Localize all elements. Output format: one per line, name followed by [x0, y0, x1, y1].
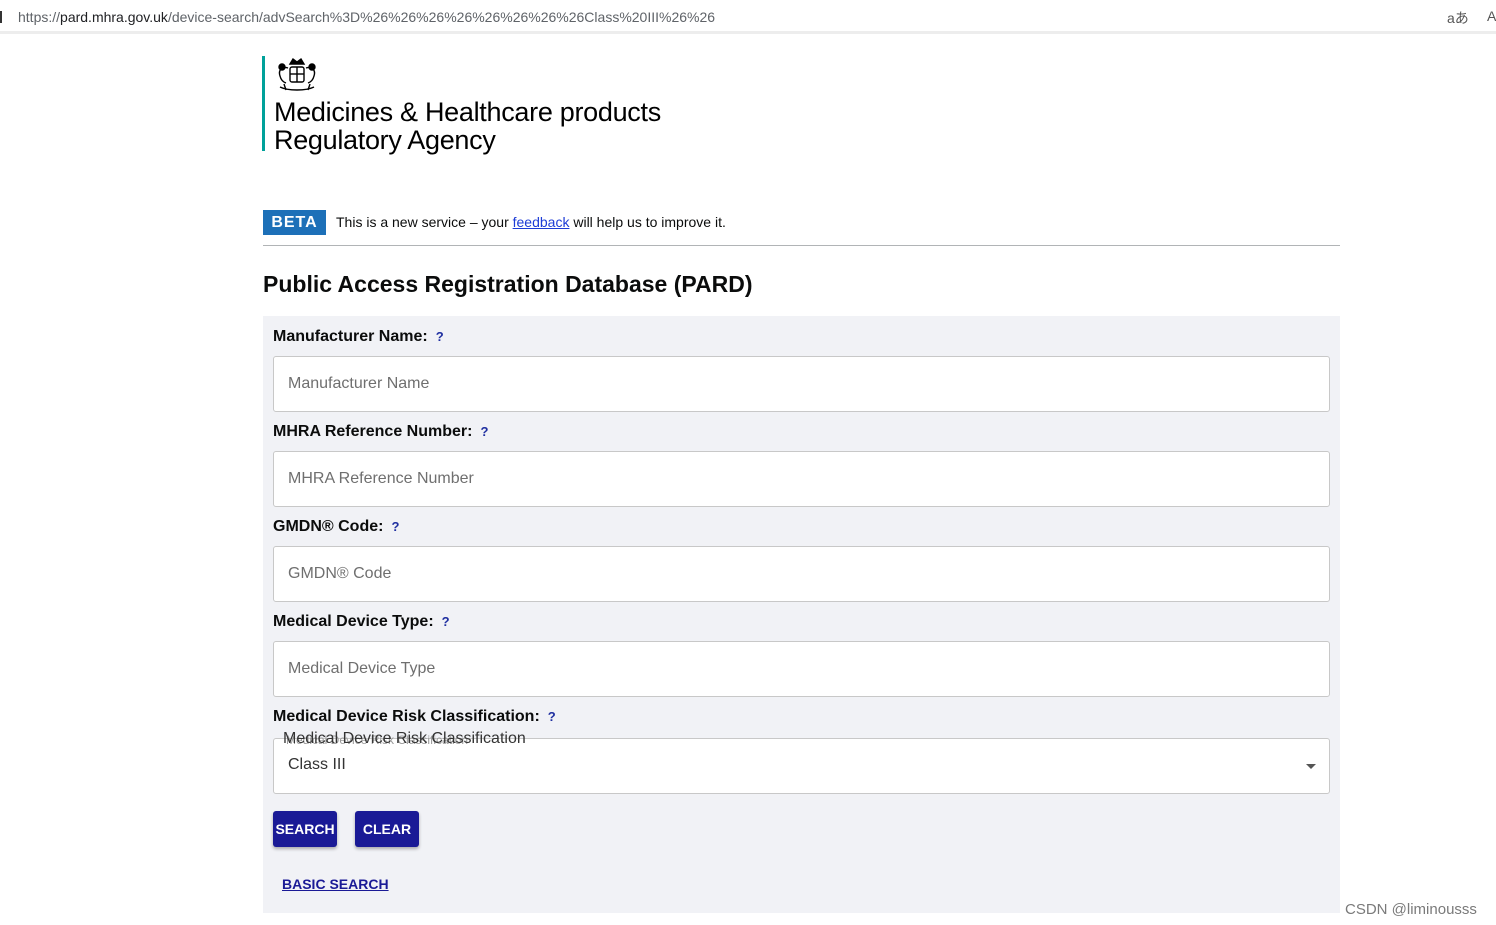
risk-classification-help-icon[interactable]: ? [548, 709, 556, 724]
browser-address-bar[interactable]: https://pard.mhra.gov.uk/device-search/a… [0, 0, 1496, 34]
agency-name-line2: Regulatory Agency [274, 125, 496, 155]
page-title: Public Access Registration Database (PAR… [263, 271, 753, 297]
basic-search-link[interactable]: BASIC SEARCH [282, 876, 389, 892]
gmdn-code-label: GMDN® Code:? [273, 518, 399, 536]
manufacturer-name-help-icon[interactable]: ? [436, 329, 444, 344]
manufacturer-name-label-text: Manufacturer Name: [273, 328, 428, 345]
gmdn-code-help-icon[interactable]: ? [391, 519, 399, 534]
beta-text-after: will help us to improve it. [569, 214, 726, 230]
beta-banner: BETA This is a new service – your feedba… [263, 210, 1340, 246]
text-size-icon[interactable]: A [1487, 8, 1496, 24]
beta-text-before: This is a new service – your [336, 214, 513, 230]
device-type-input[interactable] [274, 642, 1308, 696]
url-text[interactable]: https://pard.mhra.gov.uk/device-search/a… [18, 9, 715, 25]
url-scheme: https:// [18, 9, 61, 25]
gmdn-code-input[interactable] [274, 547, 1308, 601]
beta-tag: BETA [263, 210, 326, 235]
url-path: /device-search/advSearch%3D%26%26%26%26%… [167, 9, 716, 25]
feedback-link[interactable]: feedback [513, 214, 570, 230]
search-button[interactable]: SEARCH [273, 811, 337, 847]
risk-classification-float-label: Medical Device Risk Classification [283, 730, 526, 747]
window-edge [0, 11, 2, 23]
advanced-search-form: Manufacturer Name:? MHRA Reference Numbe… [263, 316, 1340, 913]
watermark: CSDN @liminousss [1345, 901, 1477, 918]
agency-name-line1: Medicines & Healthcare products [274, 97, 661, 127]
risk-classification-label: Medical Device Risk Classification:? [273, 708, 556, 726]
read-aloud-icon[interactable]: aあ [1447, 8, 1469, 28]
gmdn-code-field[interactable] [273, 546, 1330, 602]
mhra-reference-label-text: MHRA Reference Number: [273, 423, 473, 440]
risk-classification-value: Class III [288, 756, 346, 773]
royal-coat-of-arms-icon [278, 57, 316, 91]
device-type-label-text: Medical Device Type: [273, 613, 434, 630]
dropdown-arrow-icon[interactable] [1306, 764, 1316, 769]
mhra-reference-label: MHRA Reference Number:? [273, 423, 488, 441]
manufacturer-name-label: Manufacturer Name:? [273, 328, 444, 346]
device-type-label: Medical Device Type:? [273, 613, 450, 631]
url-host: pard.mhra.gov.uk [60, 9, 168, 25]
manufacturer-name-field[interactable] [273, 356, 1330, 412]
mhra-reference-input[interactable] [274, 452, 1308, 506]
gmdn-code-label-text: GMDN® Code: [273, 518, 384, 535]
manufacturer-name-input[interactable] [274, 357, 1308, 411]
mhra-reference-field[interactable] [273, 451, 1330, 507]
device-type-field[interactable] [273, 641, 1330, 697]
mhra-reference-help-icon[interactable]: ? [480, 424, 488, 439]
clear-button[interactable]: CLEAR [355, 811, 419, 847]
device-type-help-icon[interactable]: ? [442, 614, 450, 629]
risk-classification-label-text: Medical Device Risk Classification: [273, 708, 540, 725]
risk-classification-select[interactable]: Medical Device Risk Classification Medic… [273, 730, 1330, 794]
beta-message: This is a new service – your feedback wi… [336, 214, 726, 230]
logo-accent-bar [262, 56, 265, 151]
agency-name: Medicines & Healthcare products Regulato… [274, 98, 661, 154]
